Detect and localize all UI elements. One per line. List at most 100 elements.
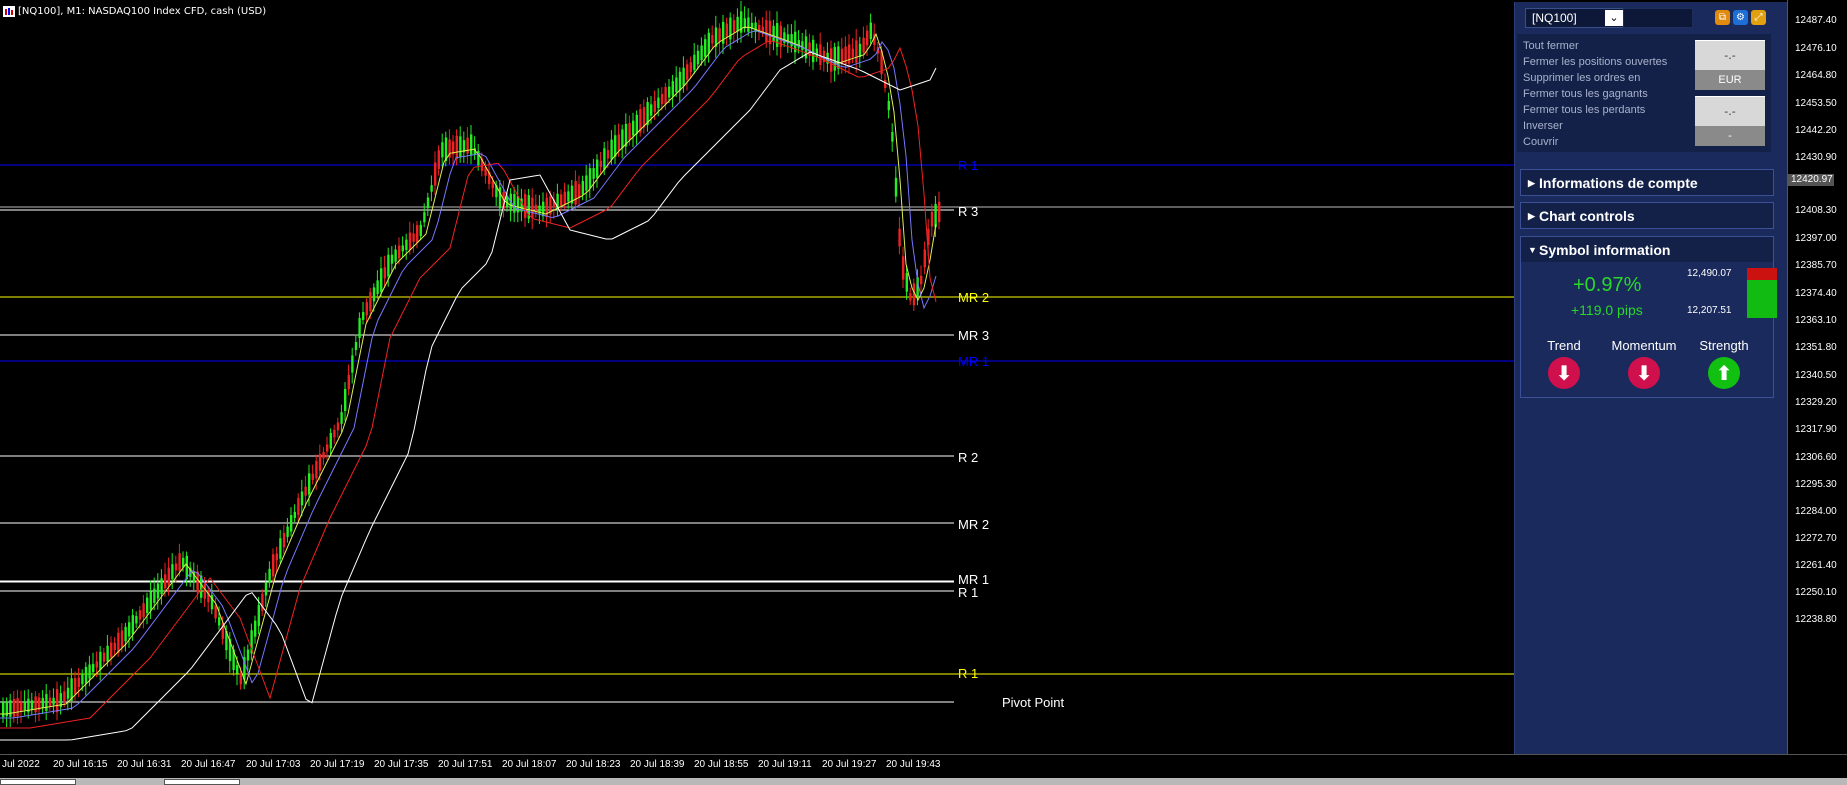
price-tick-label: 12453.50 [1795,98,1837,109]
chart-type-icon [3,6,15,17]
menu-reverse[interactable]: Inverser [1523,120,1563,132]
price-button-2-sub: - [1695,126,1765,146]
candle [160,578,163,595]
candle [905,273,908,292]
candle [664,87,667,105]
chart-tab[interactable] [0,779,76,785]
lot-input[interactable] [1623,8,1693,28]
section-label: Informations de compte [1539,175,1698,191]
candle [635,114,638,135]
day-low: 12,207.51 [1687,305,1732,316]
price-tick-label: 12363.10 [1795,315,1837,326]
candle [322,452,325,459]
price-tick-label: 12476.10 [1795,43,1837,54]
price-tick-label: 12340.50 [1795,370,1837,381]
candle [365,302,368,316]
candle [614,135,617,157]
candle [567,191,570,202]
candle [858,43,862,58]
section-label: Chart controls [1539,208,1635,224]
candle [434,162,437,186]
candle [257,605,260,626]
menu-delete-orders[interactable]: Supprimer les ordres en [1523,72,1640,84]
candle [351,355,354,373]
candle [171,564,174,580]
expand-icon[interactable]: ⤢ [1751,10,1766,25]
menu-hedge[interactable]: Couvrir [1523,136,1558,148]
chart-tab[interactable] [164,779,240,785]
candle [920,275,923,285]
candle [135,616,138,624]
candle [887,100,890,111]
menu-close-all[interactable]: Tout fermer [1523,40,1579,52]
section-account-info[interactable]: ▶ Informations de compte [1520,169,1774,196]
candle [430,185,433,192]
chevron-down-icon[interactable]: ⌄ [1605,10,1623,26]
candle [815,48,818,58]
symbol-info-box: +0.97% +119.0 pips 12,490.07 12,207.51 T… [1520,262,1777,398]
price-button-1[interactable]: -.- [1695,40,1765,70]
candle [308,473,311,495]
candle [686,64,689,80]
candle [862,37,865,53]
candle [768,20,772,45]
price-tick-label: 12397.00 [1795,233,1837,244]
candle [632,120,635,136]
candle [466,137,469,154]
menu-close-open[interactable]: Fermer les positions ouvertes [1523,56,1667,68]
time-tick-label: Jul 2022 [2,759,40,770]
price-tick-label: 12374.40 [1795,288,1837,299]
candle [102,652,106,662]
candle [48,697,52,707]
candle [146,597,149,614]
candle [117,632,120,653]
candle [851,48,854,58]
gear-icon[interactable]: ⚙ [1733,10,1748,25]
price-chart[interactable] [0,0,1514,754]
candle [279,538,282,559]
candle [585,175,588,191]
candle [110,642,113,658]
time-tick-label: 20 Jul 16:15 [53,759,108,770]
candle [164,574,167,589]
candle [88,664,91,679]
candle [765,20,768,43]
candle [812,39,815,63]
momentum-down-arrow-icon: ⬇ [1628,357,1660,389]
candle [99,651,102,670]
candle [650,104,653,116]
indicator-momentum-label: Momentum [1611,338,1677,353]
copy-icon[interactable]: ⧉ [1715,10,1730,25]
candle [358,317,361,339]
section-symbol-info[interactable]: ▼ Symbol information [1520,236,1774,263]
candle [340,412,343,424]
price-button-2[interactable]: -.- [1695,96,1765,126]
candle [894,177,898,197]
candle [286,526,289,537]
menu-close-losers[interactable]: Fermer tous les perdants [1523,104,1645,116]
candle [606,150,610,159]
candle [455,135,458,159]
menu-close-winners[interactable]: Fermer tous les gagnants [1523,88,1648,100]
candle [178,553,181,572]
candle [725,23,728,38]
candle [653,100,656,112]
candle [678,71,682,91]
section-chart-controls[interactable]: ▶ Chart controls [1520,202,1774,229]
candle [149,591,152,610]
candle [696,50,700,65]
close-menu: Tout fermer Fermer les positions ouverte… [1517,34,1771,152]
candle [711,35,714,44]
candle [675,77,678,93]
candle [866,30,869,46]
candle [376,280,379,295]
currency-label: EUR [1695,70,1765,90]
range-bar-high [1747,268,1777,280]
candle [693,54,696,71]
level-label: R 1 [958,666,979,681]
candle [264,582,268,596]
range-bar-low [1747,280,1777,318]
time-tick-label: 20 Jul 17:19 [310,759,365,770]
candle [909,293,912,301]
price-axis[interactable]: 12487.40 12476.10 12464.80 12453.50 12442.20… [1787,0,1847,754]
